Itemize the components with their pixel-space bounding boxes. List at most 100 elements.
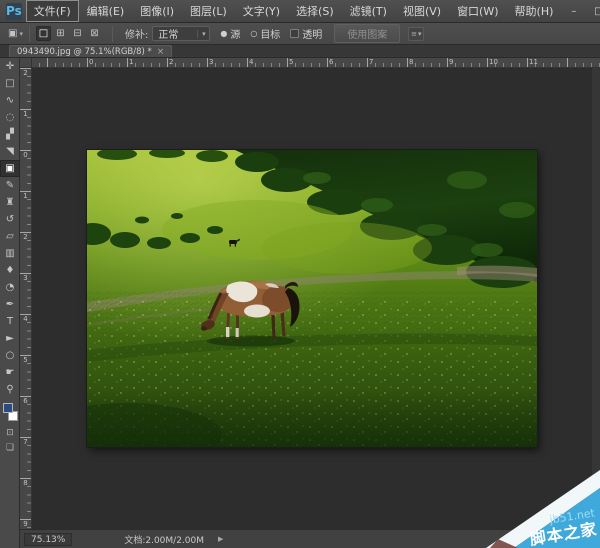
color-swatches	[0, 401, 20, 425]
document-size-info: 文档:2.00M/2.00M	[124, 533, 204, 546]
ruler-number: 2	[169, 58, 209, 67]
window-controls: – □ ✕	[561, 0, 600, 23]
ruler-number: 3	[209, 58, 249, 67]
separator	[29, 26, 30, 42]
tool-clone-stamp[interactable]: ♜	[0, 194, 20, 211]
ruler-number: 1	[20, 109, 31, 150]
maximize-button[interactable]: □	[586, 0, 600, 23]
vertical-ruler[interactable]: 210123456789	[20, 68, 32, 529]
status-bar: 75.13% 文档:2.00M/2.00M ▶	[20, 529, 600, 548]
menu-item[interactable]: 文字(Y)	[235, 0, 288, 22]
tool-blur[interactable]: ♦	[0, 262, 20, 279]
photoshop-window: Ps 文件(F) 编辑(E) 图像(I) 图层(L) 文字(Y) 选择(S) 滤…	[0, 0, 600, 548]
menu-item[interactable]: 选择(S)	[288, 0, 342, 22]
quick-mask-button[interactable]: ⊡	[0, 425, 20, 440]
mode-intersect-selection[interactable]: ⊠	[87, 26, 102, 41]
tool-eraser[interactable]: ▱	[0, 228, 20, 245]
tool-type[interactable]: T	[0, 313, 20, 330]
ruler-number: 3	[20, 273, 31, 314]
tool-history-brush[interactable]: ↺	[0, 211, 20, 228]
menu-item[interactable]: 窗口(W)	[449, 0, 506, 22]
use-pattern-button[interactable]: 使用图案	[334, 24, 400, 43]
transparent-checkbox[interactable]: 透明	[290, 26, 322, 41]
vertical-ruler-numbers: 210123456789	[20, 68, 31, 548]
document-tab-title: 0943490.jpg @ 75.1%(RGB/8) *	[17, 47, 152, 57]
separator	[112, 26, 113, 42]
tool-gradient[interactable]: ▥	[0, 245, 20, 262]
tool-quick-selection[interactable]: ◌	[0, 109, 20, 126]
patch-tool-icon: ▣	[8, 28, 17, 39]
minimize-button[interactable]: –	[561, 0, 586, 23]
menu-item[interactable]: 图像(I)	[132, 0, 182, 22]
chevron-down-icon: ▾	[418, 30, 422, 38]
menu-item[interactable]: 编辑(E)	[79, 0, 133, 22]
source-radio[interactable]: ● 源	[220, 26, 240, 41]
patch-mode-value: 正常	[153, 26, 197, 41]
chevron-down-icon: ▾	[197, 30, 209, 38]
patch-label: 修补:	[125, 26, 148, 41]
mode-subtract-from-selection[interactable]: ⊟	[70, 26, 85, 41]
pattern-icon: ≡	[411, 30, 417, 38]
tool-shape[interactable]: ○	[0, 347, 20, 364]
tool-brush[interactable]: ✎	[0, 177, 20, 194]
menu-item[interactable]: 帮助(H)	[507, 0, 562, 22]
horizontal-ruler[interactable]: 01234567891011	[20, 58, 600, 68]
ruler-number: 4	[20, 314, 31, 355]
ruler-number: 1	[129, 58, 169, 67]
ruler-number: 10	[489, 58, 529, 67]
ruler-number: 8	[409, 58, 449, 67]
tool-dodge[interactable]: ◔	[0, 279, 20, 296]
scrollbar-track[interactable]	[592, 68, 600, 529]
ruler-number: 0	[89, 58, 129, 67]
tool-path-selection[interactable]: ►	[0, 330, 20, 347]
tool-healing-brush[interactable]: ▣	[0, 160, 20, 177]
ruler-number: 7	[20, 437, 31, 478]
tool-eyedropper[interactable]: ◥	[0, 143, 20, 160]
source-radio-label: 源	[230, 26, 240, 41]
options-bar: ▣ ▾ □ ⊞ ⊟ ⊠ 修补: 正常 ▾ ● 源 ○ 目标	[0, 23, 600, 45]
menu-item[interactable]: 文件(F)	[26, 0, 79, 22]
ruler-number: 9	[449, 58, 489, 67]
ruler-corner	[20, 58, 32, 68]
canvas-area: 01234567891011 210123456789	[20, 58, 600, 529]
tool-marquee[interactable]: □	[0, 75, 20, 92]
screen-mode-button[interactable]: ❏	[0, 440, 20, 455]
document-canvas-image[interactable]	[87, 150, 537, 447]
transparent-label: 透明	[302, 26, 322, 41]
checkbox-icon	[290, 29, 299, 38]
tool-zoom[interactable]: ⚲	[0, 381, 20, 398]
zoom-level-field[interactable]: 75.13%	[24, 533, 72, 546]
foreground-color-swatch[interactable]	[3, 403, 13, 413]
menu-item[interactable]: 滤镜(T)	[342, 0, 395, 22]
radio-selected-icon: ●	[220, 29, 227, 38]
pattern-picker-dropdown[interactable]: ≡ ▾	[408, 27, 424, 41]
mode-add-to-selection[interactable]: ⊞	[53, 26, 68, 41]
tool-pen[interactable]: ✒	[0, 296, 20, 313]
patch-mode-dropdown[interactable]: 正常 ▾	[152, 26, 210, 41]
status-menu-arrow-icon[interactable]: ▶	[218, 535, 223, 543]
chevron-down-icon: ▾	[19, 30, 23, 38]
ruler-number: 5	[20, 355, 31, 396]
selection-mode-group: □ ⊞ ⊟ ⊠	[36, 26, 102, 41]
menu-item[interactable]: 视图(V)	[395, 0, 449, 22]
radio-unselected-icon: ○	[250, 29, 257, 38]
document-tab[interactable]: 0943490.jpg @ 75.1%(RGB/8) * ×	[9, 45, 172, 57]
tool-move[interactable]: ✛	[0, 58, 20, 75]
photoshop-logo-icon: Ps	[6, 3, 22, 20]
ruler-number: 2	[20, 68, 31, 109]
ruler-number: 7	[369, 58, 409, 67]
target-radio[interactable]: ○ 目标	[250, 26, 280, 41]
ruler-number: 1	[20, 191, 31, 232]
tool-hand[interactable]: ☛	[0, 364, 20, 381]
mode-new-selection[interactable]: □	[36, 26, 51, 41]
tool-lasso[interactable]: ∿	[0, 92, 20, 109]
ruler-number: 6	[20, 396, 31, 437]
tool-crop[interactable]: ▞	[0, 126, 20, 143]
menu-items: 文件(F) 编辑(E) 图像(I) 图层(L) 文字(Y) 选择(S) 滤镜(T…	[26, 0, 562, 22]
ruler-number: 4	[249, 58, 289, 67]
tools-panel: ✛ □ ∿ ◌ ▞ ◥ ▣ ✎ ♜ ↺ ▱ ▥	[0, 58, 20, 548]
menu-item[interactable]: 图层(L)	[182, 0, 235, 22]
menu-bar: Ps 文件(F) 编辑(E) 图像(I) 图层(L) 文字(Y) 选择(S) 滤…	[0, 0, 600, 23]
tool-preset-picker[interactable]: ▣ ▾	[8, 28, 23, 39]
tab-close-icon[interactable]: ×	[157, 47, 165, 57]
